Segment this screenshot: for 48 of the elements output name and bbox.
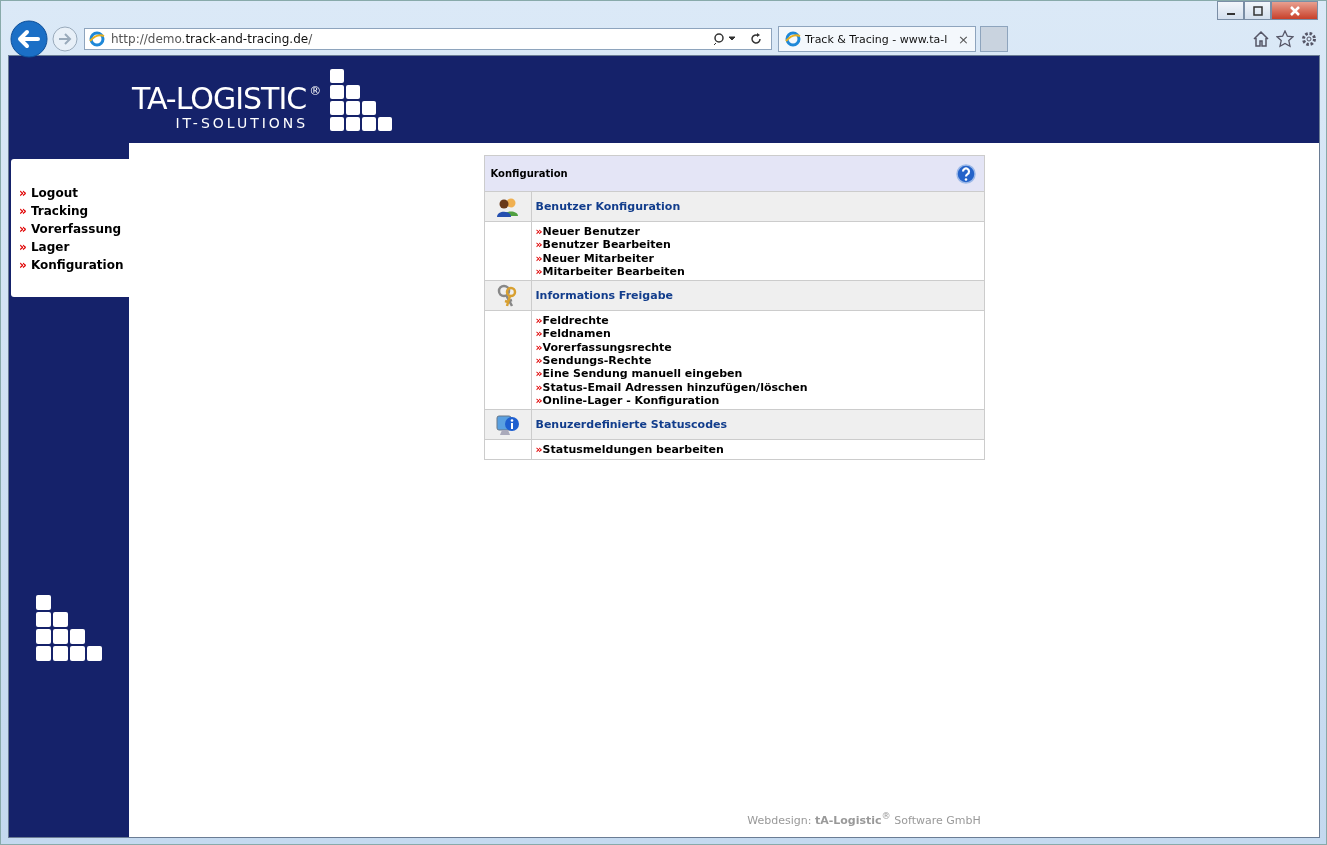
- ie-page-icon: [785, 31, 801, 47]
- config-link[interactable]: »Statusmeldungen bearbeiten: [535, 443, 724, 457]
- menu-link[interactable]: » Logout: [19, 185, 121, 201]
- keys-icon: [496, 283, 519, 308]
- ie-page-icon: [89, 31, 105, 47]
- menu-link[interactable]: » Konfiguration: [19, 257, 121, 273]
- panel-title: Konfiguration: [490, 168, 568, 179]
- home-icon[interactable]: [1252, 30, 1270, 48]
- menu-link[interactable]: » Tracking: [19, 203, 121, 219]
- logo-name: TA-LOGISTIC: [132, 80, 307, 116]
- section-title: Benuzerdefinierte Statuscodes: [534, 418, 728, 432]
- config-link[interactable]: »Status-Email Adressen hinzufügen/löschen: [535, 380, 808, 394]
- tab-close-button[interactable]: ×: [958, 31, 969, 47]
- config-link[interactable]: »Feldrechte: [535, 314, 808, 328]
- close-icon: [1288, 4, 1301, 17]
- config-link[interactable]: »Neuer Benutzer: [535, 225, 685, 239]
- menu-link[interactable]: » Vorerfassung: [19, 221, 121, 237]
- tab-title: Track & Tracing - www.ta-l: [805, 32, 949, 46]
- logo-tagline: IT-SOLUTIONS: [175, 114, 309, 131]
- footer-credit: Webdesign: tA-Logistic$^{®}$ Software GmbH: [747, 810, 981, 827]
- users-icon: [495, 196, 520, 217]
- logo-blocks-icon: [330, 68, 393, 131]
- config-link[interactable]: »Vorerfassungsrechte: [535, 340, 808, 355]
- star-icon[interactable]: [1276, 30, 1294, 48]
- config-link[interactable]: »Neuer Mitarbeiter: [535, 251, 685, 265]
- config-link[interactable]: »Feldnamen: [535, 327, 808, 341]
- registered-mark: ®: [309, 83, 321, 98]
- browser-tab[interactable]: Track & Tracing - www.ta-l ×: [778, 26, 976, 52]
- config-link[interactable]: »Sendungs-Rechte: [535, 354, 808, 368]
- close-button[interactable]: [1271, 1, 1318, 20]
- url-text: http://demo.track-and-tracing.de/: [111, 32, 314, 46]
- back-button[interactable]: [10, 20, 48, 58]
- address-bar[interactable]: http://demo.track-and-tracing.de/: [84, 28, 772, 50]
- section-title: Benutzer Konfiguration: [534, 200, 681, 213]
- maximize-button[interactable]: [1244, 1, 1271, 20]
- minimize-button[interactable]: [1217, 1, 1244, 20]
- info-monitor-icon: [495, 412, 520, 437]
- refresh-icon[interactable]: [749, 32, 763, 46]
- config-link[interactable]: »Benutzer Bearbeiten: [535, 238, 685, 252]
- menu-link[interactable]: » Lager: [19, 239, 121, 255]
- config-link[interactable]: »Mitarbeiter Bearbeiten: [535, 264, 685, 279]
- maximize-icon: [1252, 5, 1263, 16]
- config-link[interactable]: »Eine Sendung manuell eingeben: [535, 367, 808, 381]
- section-title: Informations Freigabe: [534, 289, 673, 303]
- minimize-icon: [1226, 12, 1235, 15]
- config-link[interactable]: »Online-Lager - Konfiguration: [535, 393, 808, 408]
- settings-icon[interactable]: [1300, 30, 1318, 48]
- help-icon[interactable]: [955, 163, 976, 184]
